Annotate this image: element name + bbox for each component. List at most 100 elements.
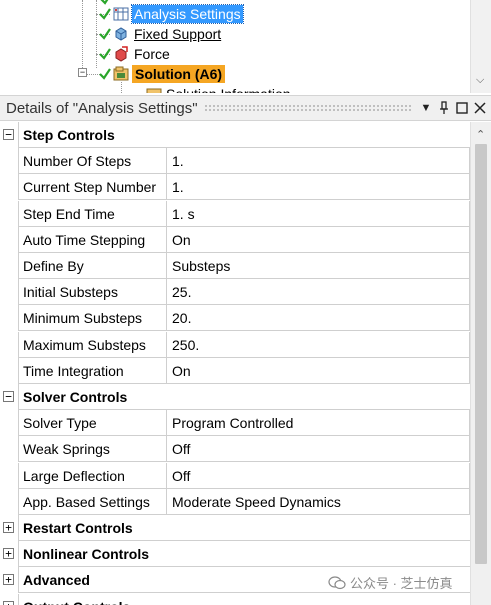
pin-icon[interactable] xyxy=(435,99,453,117)
watermark-text: 公众号 · 芝士仿真 xyxy=(350,576,453,591)
tree-item-label: Solution Information xyxy=(166,85,291,93)
details-pane-header: Details of "Analysis Settings" ▼ xyxy=(0,95,491,121)
force-icon xyxy=(115,46,128,62)
row-gutter xyxy=(0,148,18,174)
property-row[interactable]: Solver Type Program Controlled xyxy=(0,410,470,436)
pane-grip[interactable] xyxy=(203,104,411,112)
property-row[interactable]: Current Step Number 1. xyxy=(0,174,470,200)
expand-toggle-icon[interactable]: + xyxy=(3,522,14,533)
property-name: Maximum Substeps xyxy=(18,332,166,358)
property-row[interactable]: Initial Substeps 25. xyxy=(0,279,470,305)
property-row[interactable]: Step End Time 1. s xyxy=(0,201,470,227)
tree-item-label: Solution (A6) xyxy=(132,65,226,83)
property-value[interactable]: Substeps xyxy=(166,253,470,279)
group-row[interactable]: − Solver Controls xyxy=(0,384,470,410)
wechat-icon xyxy=(328,575,346,589)
property-name: Initial Substeps xyxy=(18,279,166,305)
property-row[interactable]: Minimum Substeps 20. xyxy=(0,305,470,331)
collapse-toggle-icon[interactable]: − xyxy=(3,391,14,402)
property-row[interactable]: Maximum Substeps 250. xyxy=(0,332,470,358)
tree-item-label: Analysis Settings xyxy=(131,4,244,24)
group-row[interactable]: + Output Controls xyxy=(0,594,470,605)
property-name: Current Step Number xyxy=(18,174,166,200)
property-value[interactable]: Off xyxy=(166,436,470,462)
scroll-up-arrow-icon[interactable]: ⌃ xyxy=(476,128,485,141)
check-icon xyxy=(99,28,111,40)
property-row[interactable]: Time Integration On xyxy=(0,358,470,384)
row-gutter xyxy=(0,489,18,515)
collapse-toggle[interactable]: − xyxy=(78,68,87,77)
expand-toggle-icon[interactable]: + xyxy=(3,548,14,559)
dropdown-arrow-icon[interactable]: ▼ xyxy=(417,99,435,117)
property-name: Solver Type xyxy=(18,410,166,436)
property-name: Step End Time xyxy=(18,201,166,227)
solution-information-icon xyxy=(146,88,162,93)
property-row[interactable]: Number Of Steps 1. xyxy=(0,148,470,174)
expand-toggle-icon[interactable]: + xyxy=(3,601,14,605)
property-name: Large Deflection xyxy=(18,463,166,489)
row-gutter xyxy=(0,227,18,253)
row-gutter xyxy=(0,410,18,436)
scroll-down-arrow-icon[interactable]: ⌵ xyxy=(476,75,486,86)
maximize-icon[interactable] xyxy=(453,99,471,117)
row-gutter xyxy=(0,332,18,358)
property-row[interactable]: Auto Time Stepping On xyxy=(0,227,470,253)
property-value[interactable]: 1. xyxy=(166,148,470,174)
group-title: Restart Controls xyxy=(18,515,470,541)
tree-item-force[interactable]: Force xyxy=(98,44,170,64)
tree-item-fixed-support[interactable]: Fixed Support xyxy=(98,24,221,44)
property-name: App. Based Settings xyxy=(18,489,166,515)
property-value[interactable]: 20. xyxy=(166,305,470,331)
tree-scrollbar[interactable]: ⌵ xyxy=(470,0,491,93)
check-icon xyxy=(99,68,111,80)
group-row[interactable]: + Restart Controls xyxy=(0,515,470,541)
row-gutter xyxy=(0,174,18,200)
group-title: Step Controls xyxy=(18,122,470,148)
property-value[interactable]: 1. s xyxy=(166,201,470,227)
fixed-support-icon xyxy=(115,27,127,41)
property-value[interactable]: 250. xyxy=(166,332,470,358)
expand-toggle-icon[interactable]: + xyxy=(3,574,14,585)
group-row[interactable]: + Nonlinear Controls xyxy=(0,541,470,567)
row-gutter xyxy=(0,279,18,305)
property-name: Number Of Steps xyxy=(18,148,166,174)
property-value[interactable]: 1. xyxy=(166,174,470,200)
tree-item-analysis-settings[interactable]: Analysis Settings xyxy=(98,4,244,24)
group-title: Output Controls xyxy=(18,594,470,605)
group-row[interactable]: − Step Controls xyxy=(0,122,470,148)
details-scrollbar[interactable]: ⌃ xyxy=(470,122,491,605)
property-value[interactable]: 25. xyxy=(166,279,470,305)
project-tree: Analysis Settings Fixed Support Force − … xyxy=(0,0,491,93)
row-gutter xyxy=(0,463,18,489)
scrollbar-thumb[interactable] xyxy=(475,144,487,564)
property-name: Minimum Substeps xyxy=(18,305,166,331)
row-gutter xyxy=(0,305,18,331)
analysis-settings-icon xyxy=(113,7,129,21)
close-icon[interactable] xyxy=(471,99,489,117)
property-name: Weak Springs xyxy=(18,436,166,462)
watermark: 公众号 · 芝士仿真 xyxy=(328,573,453,592)
property-value[interactable]: Moderate Speed Dynamics xyxy=(166,489,470,515)
property-value[interactable]: Program Controlled xyxy=(166,410,470,436)
property-value[interactable]: On xyxy=(166,227,470,253)
row-gutter xyxy=(0,201,18,227)
group-title: Solver Controls xyxy=(18,384,470,410)
property-value[interactable]: Off xyxy=(166,463,470,489)
property-row[interactable]: Weak Springs Off xyxy=(0,436,470,462)
tree-item-solution-information[interactable]: Solution Information xyxy=(146,84,291,93)
collapse-toggle-icon[interactable]: − xyxy=(3,129,14,140)
property-name: Define By xyxy=(18,253,166,279)
tree-connector-line xyxy=(82,0,83,68)
row-gutter xyxy=(0,436,18,462)
property-name: Time Integration xyxy=(18,358,166,384)
tree-item-solution[interactable]: Solution (A6) xyxy=(98,64,226,84)
check-icon xyxy=(99,8,111,20)
details-title: Details of "Analysis Settings" xyxy=(6,99,198,117)
details-property-grid: − Step Controls Number Of Steps 1. Current S… xyxy=(0,122,470,605)
property-row[interactable]: App. Based Settings Moderate Speed Dynami… xyxy=(0,489,470,515)
property-row[interactable]: Large Deflection Off xyxy=(0,463,470,489)
property-value[interactable]: On xyxy=(166,358,470,384)
property-name: Auto Time Stepping xyxy=(18,227,166,253)
property-row[interactable]: Define By Substeps xyxy=(0,253,470,279)
row-gutter xyxy=(0,253,18,279)
